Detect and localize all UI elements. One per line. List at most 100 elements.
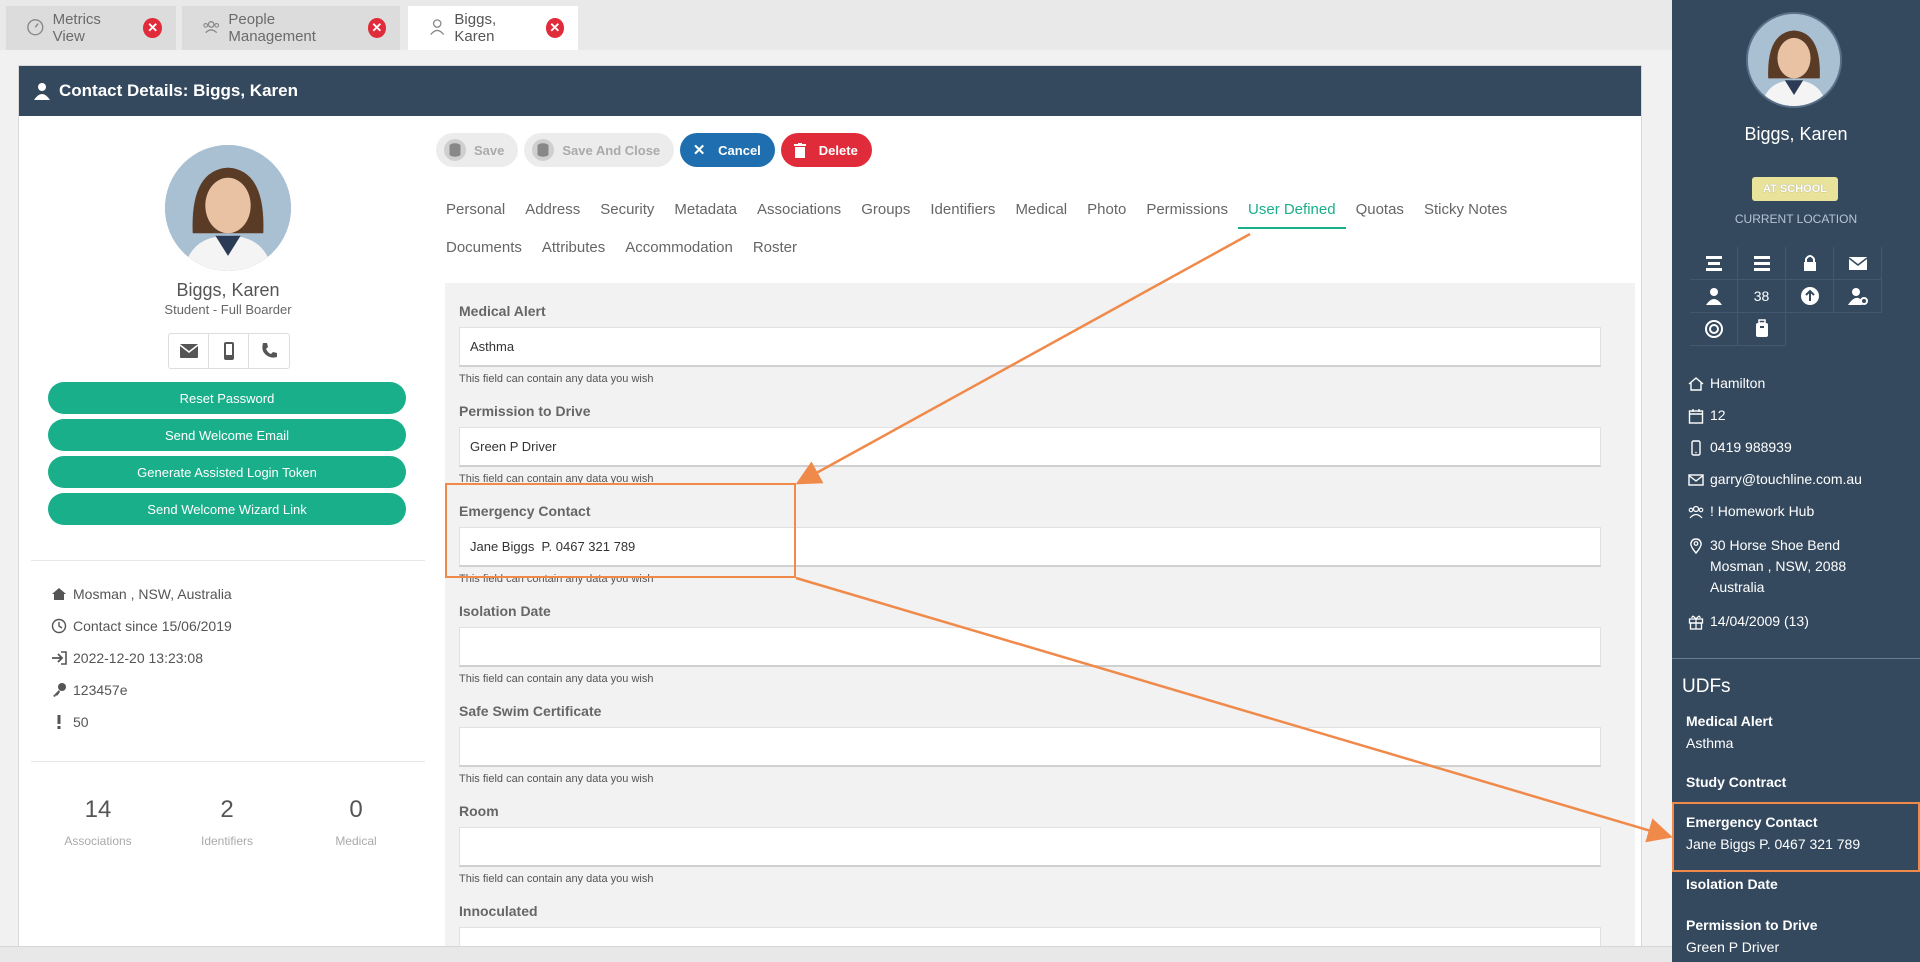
stat-associations: 14 Associations — [64, 796, 132, 848]
tab-security[interactable]: Security — [590, 191, 664, 229]
tab-user-defined[interactable]: User Defined — [1238, 191, 1346, 229]
tab-identifiers[interactable]: Identifiers — [920, 191, 1005, 229]
profile-name: Biggs, Karen — [176, 280, 280, 300]
field-medical-alert: Medical Alert Asthma This field can cont… — [459, 303, 1601, 385]
sidebar-info-year: 12 — [1688, 405, 1726, 426]
udf-permission-to-drive: Permission to Drive Green P Driver — [1686, 917, 1818, 955]
lock-icon[interactable] — [1786, 247, 1834, 280]
tab-row-1: Personal Address Security Metadata Associati… — [436, 191, 1636, 229]
tab-biggs-karen[interactable]: Biggs, Karen ✕ — [408, 6, 578, 50]
home-icon — [51, 586, 67, 602]
user-icon — [33, 82, 51, 100]
gift-icon — [1688, 614, 1704, 630]
envelope-icon[interactable] — [169, 334, 209, 368]
tab-row-2: Documents Attributes Accommodation Roster — [436, 229, 1636, 267]
sidebar-icon-grid: 38 — [1690, 247, 1882, 346]
user-icon[interactable] — [1690, 280, 1738, 313]
field-isolation-date: Isolation Date This field can contain an… — [459, 603, 1601, 685]
info-contact-since: Contact since 15/06/2019 — [51, 618, 232, 634]
tab-permissions[interactable]: Permissions — [1136, 191, 1238, 229]
udf-isolation-date: Isolation Date — [1686, 876, 1778, 892]
info-last-login: 2022-12-20 13:23:08 — [51, 650, 203, 666]
annotation-box-udf — [1672, 802, 1920, 872]
udf-study-contract: Study Contract — [1686, 774, 1787, 790]
close-icon: ✕ — [692, 142, 706, 159]
send-welcome-email-button[interactable]: Send Welcome Email — [48, 419, 406, 451]
gauge-icon — [26, 18, 45, 38]
close-icon[interactable]: ✕ — [143, 18, 162, 38]
generate-login-token-button[interactable]: Generate Assisted Login Token — [48, 456, 406, 488]
udf-medical-alert: Medical Alert Asthma — [1686, 713, 1773, 751]
contact-icon-group — [168, 333, 290, 369]
tab-roster[interactable]: Roster — [743, 229, 807, 267]
safe-swim-certificate-input[interactable] — [459, 727, 1601, 767]
location-badge: AT SCHOOL — [1752, 177, 1838, 201]
list-icon[interactable] — [1738, 247, 1786, 280]
tab-metadata[interactable]: Metadata — [664, 191, 747, 229]
database-icon — [444, 139, 466, 161]
envelope-icon — [1688, 472, 1704, 488]
profile-column: Biggs, Karen Student - Full Boarder Rese… — [19, 116, 425, 962]
tab-groups[interactable]: Groups — [851, 191, 920, 229]
tab-label: Biggs, Karen — [454, 11, 497, 45]
panel-title: Contact Details: Biggs, Karen — [59, 81, 298, 100]
user-defined-form: Medical Alert Asthma This field can cont… — [445, 283, 1635, 962]
tab-personal[interactable]: Personal — [436, 191, 515, 229]
database-icon — [532, 139, 555, 161]
sidebar-info-house: Hamilton — [1688, 373, 1765, 394]
sidebar-name: Biggs, Karen — [1744, 124, 1848, 144]
divider — [1672, 658, 1920, 659]
tab-label: People Management — [228, 11, 316, 45]
close-icon[interactable]: ✕ — [545, 18, 564, 38]
detail-tabs: Personal Address Security Metadata Associati… — [436, 191, 1636, 267]
save-and-close-button[interactable]: Save And Close — [524, 133, 675, 167]
tab-people-management[interactable]: People Management ✕ — [182, 6, 400, 50]
contact-details-panel: Contact Details: Biggs, Karen Biggs, Kar… — [18, 65, 1642, 962]
annotation-box-field — [445, 483, 796, 578]
envelope-icon[interactable] — [1834, 247, 1882, 280]
tab-associations[interactable]: Associations — [747, 191, 851, 229]
tab-quotas[interactable]: Quotas — [1346, 191, 1414, 229]
target-icon[interactable] — [1690, 313, 1738, 346]
location-label: CURRENT LOCATION — [1734, 212, 1858, 226]
close-icon[interactable]: ✕ — [367, 18, 386, 38]
panel-header: Contact Details: Biggs, Karen — [19, 66, 1641, 116]
user-icon — [428, 18, 446, 38]
reset-password-button[interactable]: Reset Password — [48, 382, 406, 414]
bottom-bar — [0, 946, 1672, 962]
tab-accommodation[interactable]: Accommodation — [615, 229, 743, 267]
isolation-date-input[interactable] — [459, 627, 1601, 667]
field-room: Room This field can contain any data you… — [459, 803, 1601, 885]
permission-to-drive-input[interactable]: Green P Driver — [459, 427, 1601, 467]
sidebar-info-email: garry@touchline.com.au — [1688, 469, 1862, 490]
divider — [31, 761, 425, 762]
stat-identifiers: 2 Identifiers — [200, 796, 254, 848]
tab-photo[interactable]: Photo — [1077, 191, 1136, 229]
profile-role: Student - Full Boarder — [164, 302, 292, 317]
send-welcome-wizard-button[interactable]: Send Welcome Wizard Link — [48, 493, 406, 525]
people-icon — [202, 18, 220, 38]
save-button[interactable]: Save — [436, 133, 519, 167]
tab-documents[interactable]: Documents — [436, 229, 532, 267]
info-location: Mosman , NSW, Australia — [51, 586, 232, 602]
trash-icon — [789, 139, 811, 161]
room-input[interactable] — [459, 827, 1601, 867]
udf-heading: UDFs — [1682, 676, 1731, 697]
luggage-icon[interactable] — [1738, 313, 1786, 346]
cancel-button[interactable]: ✕ Cancel — [680, 133, 775, 167]
key-icon — [51, 682, 67, 698]
tab-medical[interactable]: Medical — [1005, 191, 1077, 229]
tab-address[interactable]: Address — [515, 191, 590, 229]
mobile-icon[interactable] — [209, 334, 249, 368]
tab-metrics-view[interactable]: Metrics View ✕ — [6, 6, 176, 50]
tab-sticky-notes[interactable]: Sticky Notes — [1414, 191, 1517, 229]
tab-attributes[interactable]: Attributes — [532, 229, 615, 267]
medical-alert-input[interactable]: Asthma — [459, 327, 1601, 367]
sidebar-info-group: ! Homework Hub — [1688, 501, 1814, 522]
align-icon[interactable] — [1690, 247, 1738, 280]
user-settings-icon[interactable] — [1834, 280, 1882, 313]
phone-icon[interactable] — [249, 334, 289, 368]
login-icon — [51, 650, 67, 666]
delete-button[interactable]: Delete — [780, 133, 872, 167]
upload-icon[interactable] — [1786, 280, 1834, 313]
